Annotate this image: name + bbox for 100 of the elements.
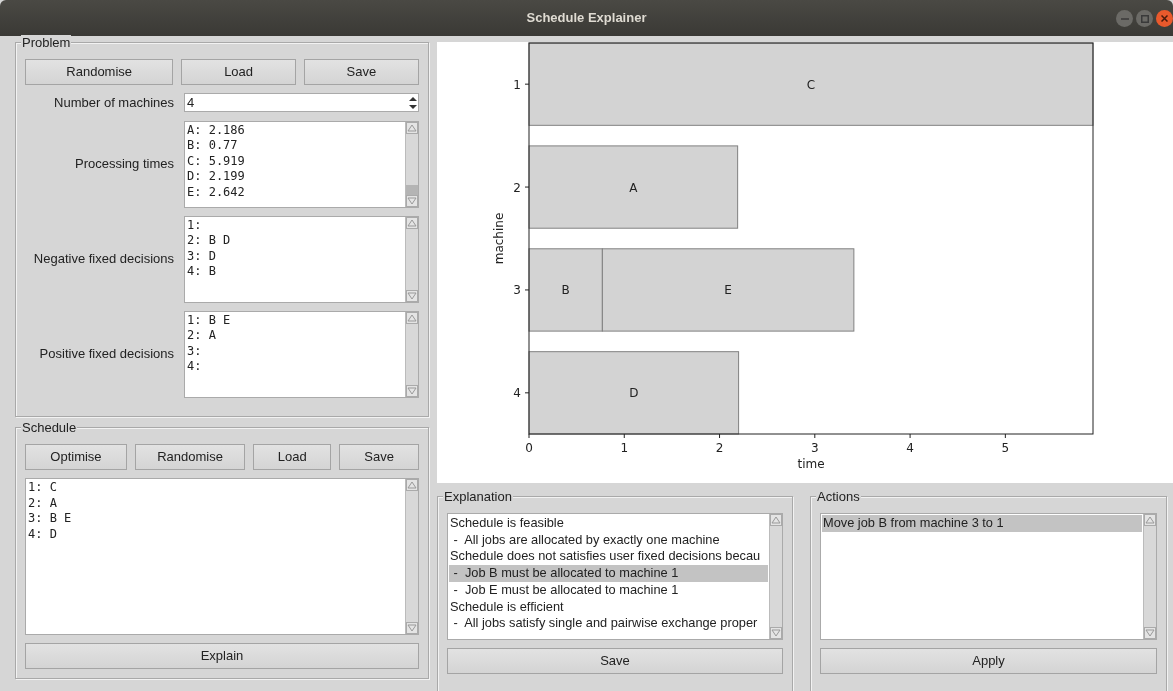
minimize-icon	[1120, 17, 1129, 20]
tick-label: 3	[811, 441, 819, 455]
scrollbar[interactable]	[405, 479, 418, 634]
bar-label: D	[629, 386, 639, 401]
text-area[interactable]: 1: 2: B D 3: D 4: B	[184, 215, 419, 303]
text-line: 2: B D	[187, 233, 232, 249]
spin-arrows-icon[interactable]	[408, 95, 418, 110]
scroll-up-icon[interactable]	[406, 311, 418, 324]
tick-mark	[524, 186, 530, 188]
scroll-up-icon[interactable]	[770, 514, 782, 526]
tick-mark	[524, 289, 530, 291]
scrollbar[interactable]	[1143, 514, 1156, 639]
list-box[interactable]	[447, 513, 783, 640]
toolbar-button[interactable]: Save	[339, 444, 419, 470]
list-box[interactable]: Move job B from machine 3 to 1	[820, 513, 1157, 640]
scroll-down-icon[interactable]	[406, 622, 418, 634]
tick-label: 4	[513, 386, 521, 401]
toolbar-button[interactable]: Save	[303, 59, 419, 85]
tick-mark	[719, 433, 721, 439]
scroll-up-icon[interactable]	[1144, 514, 1156, 526]
tick-mark	[528, 433, 530, 439]
tick-label: 2	[715, 441, 724, 455]
tick-label: 4	[906, 441, 914, 455]
toolbar-button[interactable]: Optimise	[25, 444, 127, 470]
scroll-down-icon[interactable]	[406, 384, 418, 397]
tick-label: 0	[525, 441, 533, 455]
tick-mark	[909, 433, 911, 439]
list-item[interactable]: - All jobs satisfy single and pairwise exchange proper	[449, 615, 768, 632]
scroll-up-icon[interactable]	[406, 479, 418, 491]
text-line: E: 2.642	[187, 184, 246, 200]
scroll-down-icon[interactable]	[770, 627, 782, 639]
number-spinbox[interactable]: 4	[184, 93, 419, 113]
list-item[interactable]: - Job E must be allocated to machine 1	[449, 581, 768, 599]
text-line: 1:	[187, 217, 203, 233]
toolbar-button[interactable]: Randomise	[25, 59, 174, 85]
list-item[interactable]: - All jobs are allocated by exactly one machine	[449, 531, 768, 549]
text-line: 1: C	[28, 480, 58, 496]
list-item[interactable]: Move job B from machine 3 to 1	[822, 515, 1142, 532]
bar-label: B	[561, 283, 570, 298]
axis-title: machine	[492, 212, 506, 265]
field-label: Number of machines	[53, 94, 174, 112]
text-line: 3: D	[187, 248, 217, 264]
close-button[interactable]	[1156, 10, 1173, 27]
explain-button[interactable]: Explain	[25, 643, 419, 669]
save-button[interactable]: Save	[447, 648, 783, 674]
maximize-icon	[1140, 14, 1149, 23]
list-item[interactable]: Schedule is feasible	[449, 515, 768, 532]
minimize-button[interactable]	[1116, 10, 1133, 27]
group-title: Explanation	[443, 489, 513, 504]
text-line: D: 2.199	[187, 169, 246, 185]
scroll-down-icon[interactable]	[1144, 627, 1156, 639]
text-line: C: 5.919	[187, 153, 246, 169]
scrollbar[interactable]	[405, 216, 418, 302]
tick-label: 1	[513, 77, 521, 92]
text-line: 4:	[187, 359, 203, 375]
scrollbar[interactable]	[405, 121, 418, 207]
tick-label: 5	[1001, 441, 1010, 455]
window-title: Schedule Explainer	[526, 9, 647, 28]
bar-label: E	[724, 283, 732, 298]
text-line: 2: A	[187, 328, 217, 344]
tick-label: 3	[513, 283, 521, 298]
field-label: Negative fixed decisions	[32, 250, 174, 269]
tick-mark	[524, 392, 530, 394]
text-line: B: 0.77	[187, 138, 239, 154]
scroll-up-icon[interactable]	[406, 216, 418, 229]
text-area[interactable]: 1: B E 2: A 3: 4:	[184, 310, 419, 398]
axis-title: time	[797, 457, 825, 471]
toolbar-button[interactable]: Load	[253, 444, 332, 470]
tick-mark	[814, 433, 816, 439]
toolbar-button[interactable]: Load	[181, 59, 296, 85]
text-line: 4: B	[187, 264, 217, 280]
list-item[interactable]: Schedule does not satisfies user fixed decisions becau	[449, 548, 768, 566]
bar-label: A	[629, 180, 638, 195]
apply-button[interactable]: Apply	[820, 648, 1157, 674]
field-label: Positive fixed decisions	[38, 345, 174, 364]
text-line: 3: B E	[28, 511, 73, 527]
scroll-down-icon[interactable]	[406, 289, 418, 302]
scroll-thumb[interactable]	[406, 184, 418, 195]
close-icon	[1161, 15, 1168, 22]
list-item[interactable]: - Job B must be allocated to machine 1	[449, 565, 768, 582]
bar-label: C	[806, 77, 816, 92]
scroll-down-icon[interactable]	[406, 194, 418, 207]
tick-mark	[524, 83, 530, 85]
text-area[interactable]: A: 2.186 B: 0.77 C: 5.919 D: 2.199 E: 2.642	[184, 120, 419, 208]
tick-label: 1	[620, 441, 629, 455]
text-line: 1: B E	[187, 312, 232, 328]
group-title: Problem	[21, 35, 72, 50]
text-line: 4: D	[28, 526, 58, 542]
text-line: 3:	[187, 343, 203, 359]
group-title: Schedule	[21, 420, 78, 435]
scroll-up-icon[interactable]	[406, 121, 418, 134]
tick-label: 2	[513, 180, 521, 195]
scrollbar[interactable]	[405, 311, 418, 397]
list-item[interactable]: Schedule is efficient	[449, 598, 768, 616]
text-line: A: 2.186	[187, 122, 246, 138]
tick-mark	[1004, 433, 1006, 439]
text-area[interactable]: 1: C 2: A 3: B E 4: D	[25, 478, 419, 635]
toolbar-button[interactable]: Randomise	[134, 444, 246, 470]
maximize-button[interactable]	[1136, 10, 1153, 27]
scrollbar[interactable]	[769, 514, 782, 639]
